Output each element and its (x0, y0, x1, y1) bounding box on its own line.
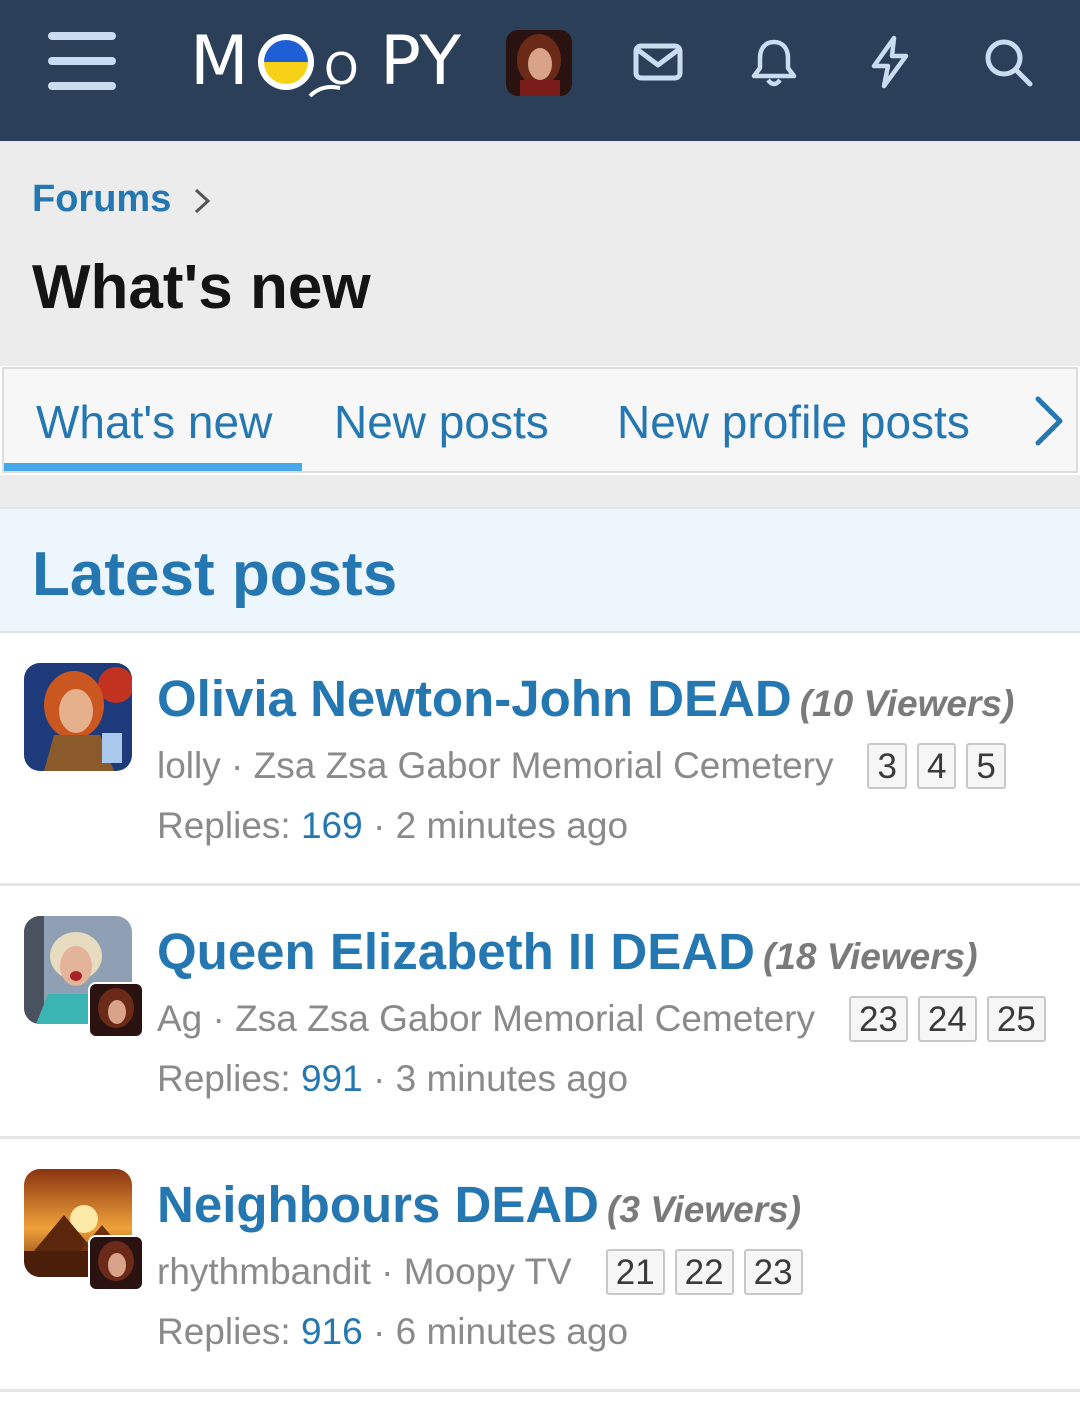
forum-link[interactable]: Moopy TV (404, 1251, 572, 1293)
thread-meta: Ag · Zsa Zsa Gabor Memorial Cemetery 23 … (157, 996, 1056, 1042)
thread-title-link[interactable]: Neighbours DEAD (157, 1176, 599, 1233)
viewer-count: (10 Viewers) (799, 683, 1015, 724)
svg-text:M: M (190, 22, 249, 101)
author-link[interactable]: lolly (157, 745, 221, 787)
list-item: Olivia Newton-John DEAD (10 Viewers) loll… (0, 633, 1080, 886)
last-post-time[interactable]: 2 minutes ago (396, 805, 628, 846)
thread-stats: Replies: 991 · 3 minutes ago (157, 1058, 628, 1100)
breadcrumb-forums-link[interactable]: Forums (32, 178, 171, 221)
thread-stats: Replies: 169 · 2 minutes ago (157, 805, 628, 847)
meta-separator: · (372, 1058, 386, 1099)
page-link[interactable]: 25 (986, 996, 1046, 1042)
section-separator (0, 475, 1080, 507)
meta-separator: · (202, 998, 236, 1039)
top-navigation-bar: M O PY (0, 0, 1080, 141)
replies-label: Replies: (157, 805, 291, 846)
last-post-time[interactable]: 6 minutes ago (396, 1311, 628, 1352)
site-logo[interactable]: M O PY (190, 20, 470, 110)
avatar[interactable] (24, 663, 132, 771)
replies-label: Replies: (157, 1058, 291, 1099)
page-jump-links: 23 24 25 (848, 996, 1056, 1042)
thread-title-line: Queen Elizabeth II DEAD (18 Viewers) (157, 922, 978, 981)
chevron-right-icon (194, 188, 211, 214)
last-post-time[interactable]: 3 minutes ago (396, 1058, 628, 1099)
forum-link[interactable]: Zsa Zsa Gabor Memorial Cemetery (254, 745, 834, 787)
avatar[interactable] (88, 1235, 144, 1291)
author-link[interactable]: rhythmbandit (157, 1251, 371, 1293)
list-item: Queen Elizabeth II DEAD (18 Viewers) Ag ·… (0, 886, 1080, 1139)
avatar[interactable] (88, 982, 144, 1038)
meta-separator: · (370, 1251, 404, 1292)
user-avatar[interactable] (506, 30, 572, 96)
thread-meta: lolly · Zsa Zsa Gabor Memorial Cemetery … (157, 743, 1016, 789)
page-link[interactable]: 24 (917, 996, 977, 1042)
page-link[interactable]: 23 (848, 996, 908, 1042)
tab-new-posts[interactable]: New posts (334, 395, 549, 449)
page-link[interactable]: 4 (916, 743, 957, 789)
thread-meta: rhythmbandit · Moopy TV 21 22 23 (157, 1249, 813, 1295)
meta-separator: · (372, 1311, 386, 1352)
forum-link[interactable]: Zsa Zsa Gabor Memorial Cemetery (235, 998, 815, 1040)
page-link[interactable]: 21 (605, 1249, 665, 1295)
meta-separator: · (372, 805, 386, 846)
author-link[interactable]: Ag (157, 998, 202, 1040)
page-link[interactable]: 3 (867, 743, 907, 789)
active-tab-indicator (4, 463, 302, 471)
replies-label: Replies: (157, 1311, 291, 1352)
thread-stats: Replies: 916 · 6 minutes ago (157, 1311, 628, 1353)
replies-count: 916 (300, 1311, 363, 1352)
meta-separator: · (220, 745, 254, 786)
thread-title-line: Neighbours DEAD (3 Viewers) (157, 1175, 801, 1234)
page-link[interactable]: 23 (743, 1249, 803, 1295)
menu-icon[interactable] (48, 32, 116, 90)
page-jump-links: 21 22 23 (605, 1249, 813, 1295)
envelope-icon[interactable] (630, 34, 686, 90)
list-item: Neighbours DEAD (3 Viewers) rhythmbandit … (0, 1139, 1080, 1392)
thread-title-line: Olivia Newton-John DEAD (10 Viewers) (157, 669, 1014, 728)
search-icon[interactable] (980, 34, 1036, 90)
replies-count: 169 (300, 805, 363, 846)
replies-count: 991 (300, 1058, 363, 1099)
page-link[interactable]: 5 (966, 743, 1006, 789)
page-title: What's new (32, 253, 371, 322)
page-jump-links: 3 4 5 (867, 743, 1015, 789)
page-link[interactable]: 22 (674, 1249, 734, 1295)
chevron-right-icon[interactable] (1024, 393, 1074, 449)
thread-title-link[interactable]: Queen Elizabeth II DEAD (157, 923, 755, 980)
svg-text:PY: PY (380, 22, 462, 101)
viewer-count: (3 Viewers) (607, 1189, 802, 1230)
tab-new-profile-posts[interactable]: New profile posts (617, 395, 970, 449)
tab-bar: What's new New posts New profile posts (2, 367, 1078, 473)
bell-icon[interactable] (746, 34, 802, 90)
tab-whats-new[interactable]: What's new (36, 395, 272, 449)
bolt-icon[interactable] (862, 34, 918, 90)
section-title: Latest posts (32, 540, 398, 609)
latest-posts-header: Latest posts (0, 507, 1080, 633)
viewer-count: (18 Viewers) (762, 936, 978, 977)
thread-title-link[interactable]: Olivia Newton-John DEAD (157, 670, 792, 727)
